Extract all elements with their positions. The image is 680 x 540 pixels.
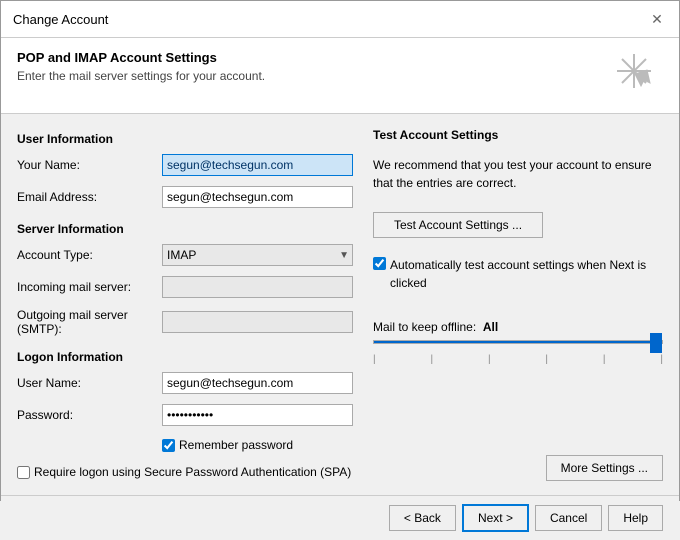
back-button[interactable]: < Back: [389, 505, 456, 531]
right-panel: Test Account Settings We recommend that …: [373, 128, 663, 481]
dialog-title: Change Account: [13, 12, 108, 27]
more-settings-row: More Settings ...: [373, 455, 663, 481]
account-type-row: Account Type: IMAP POP3 ▼: [17, 244, 353, 266]
slider-fill: [374, 341, 662, 343]
your-name-row: Your Name:: [17, 154, 353, 176]
slider-ticks: | | | | | |: [373, 354, 663, 365]
mail-offline-slider-container: [373, 340, 663, 344]
header-section: POP and IMAP Account Settings Enter the …: [1, 38, 679, 114]
account-type-select[interactable]: IMAP POP3: [162, 244, 353, 266]
spa-checkbox[interactable]: [17, 466, 30, 479]
title-bar: Change Account ✕: [1, 1, 679, 38]
password-input[interactable]: [162, 404, 353, 426]
incoming-server-row: Incoming mail server:: [17, 276, 353, 298]
password-label: Password:: [17, 408, 162, 422]
server-info-title: Server Information: [17, 222, 353, 236]
spa-row: Require logon using Secure Password Auth…: [17, 464, 353, 481]
remember-password-label: Remember password: [179, 438, 293, 452]
email-address-input[interactable]: [162, 186, 353, 208]
spa-label: Require logon using Secure Password Auth…: [34, 464, 351, 481]
more-settings-button[interactable]: More Settings ...: [546, 455, 663, 481]
remember-password-checkbox[interactable]: [162, 439, 175, 452]
email-address-row: Email Address:: [17, 186, 353, 208]
right-description: We recommend that you test your account …: [373, 156, 663, 192]
mail-offline-label: Mail to keep offline: All: [373, 320, 663, 334]
next-button[interactable]: Next >: [462, 504, 529, 532]
test-account-settings-button[interactable]: Test Account Settings ...: [373, 212, 543, 238]
right-title: Test Account Settings: [373, 128, 663, 142]
outgoing-server-row: Outgoing mail server (SMTP):: [17, 308, 353, 336]
header-title: POP and IMAP Account Settings: [17, 50, 265, 65]
auto-test-row: Automatically test account settings when…: [373, 256, 663, 292]
footer: < Back Next > Cancel Help: [1, 495, 679, 540]
outgoing-server-input[interactable]: [162, 311, 353, 333]
username-row: User Name:: [17, 372, 353, 394]
auto-test-checkbox[interactable]: [373, 257, 386, 270]
your-name-input[interactable]: [162, 154, 353, 176]
user-info-title: User Information: [17, 132, 353, 146]
remember-password-row: Remember password: [162, 438, 353, 452]
close-button[interactable]: ✕: [647, 9, 667, 29]
cancel-button[interactable]: Cancel: [535, 505, 602, 531]
account-type-select-wrapper: IMAP POP3 ▼: [162, 244, 353, 266]
header-subtitle: Enter the mail server settings for your …: [17, 69, 265, 83]
slider-track: [373, 340, 663, 344]
header-text: POP and IMAP Account Settings Enter the …: [17, 50, 265, 83]
account-type-label: Account Type:: [17, 248, 162, 262]
logon-info-title: Logon Information: [17, 350, 353, 364]
email-address-label: Email Address:: [17, 190, 162, 204]
right-spacer: [373, 375, 663, 445]
username-input[interactable]: [162, 372, 353, 394]
content-area: User Information Your Name: Email Addres…: [1, 114, 679, 495]
your-name-label: Your Name:: [17, 158, 162, 172]
outgoing-server-label: Outgoing mail server (SMTP):: [17, 308, 162, 336]
incoming-server-input[interactable]: [162, 276, 353, 298]
auto-test-label: Automatically test account settings when…: [390, 256, 663, 292]
cursor-icon: [613, 50, 655, 99]
incoming-server-label: Incoming mail server:: [17, 280, 162, 294]
change-account-dialog: Change Account ✕ POP and IMAP Account Se…: [0, 0, 680, 501]
password-row: Password:: [17, 404, 353, 426]
left-panel: User Information Your Name: Email Addres…: [17, 128, 353, 481]
help-button[interactable]: Help: [608, 505, 663, 531]
slider-thumb[interactable]: [650, 333, 662, 353]
username-label: User Name:: [17, 376, 162, 390]
mail-offline-section: Mail to keep offline: All | | | | | |: [373, 320, 663, 365]
